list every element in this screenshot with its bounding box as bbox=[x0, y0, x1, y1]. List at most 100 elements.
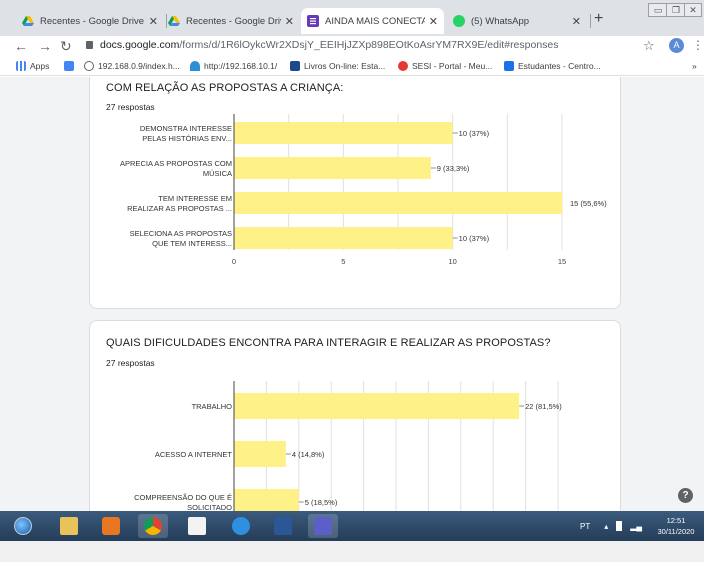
data-label: 10 (37%) bbox=[459, 234, 490, 243]
word-icon bbox=[274, 517, 292, 535]
category-label: ACESSO A INTERNET bbox=[155, 450, 233, 459]
close-tab-icon[interactable]: ✕ bbox=[572, 15, 581, 28]
system-tray: PT ▴ ▂▄ bbox=[580, 511, 642, 541]
apps-grid-icon bbox=[16, 61, 26, 71]
address-bar[interactable]: docs.google.com/forms/d/1R6lOykcWr2XDsjY… bbox=[86, 36, 676, 56]
question-card-2: QUAIS DIFICULDADES ENCONTRA PARA INTERAG… bbox=[89, 320, 621, 511]
browser-menu-icon[interactable]: ⋮ bbox=[692, 38, 704, 52]
taskbar-calendar[interactable] bbox=[182, 514, 212, 538]
bookmark-estudantes[interactable]: Estudantes - Centro... bbox=[504, 61, 601, 71]
bookmark-192-168-0-9[interactable]: 192.168.0.9/index.h... bbox=[84, 61, 180, 71]
bookmarks-overflow-button[interactable]: » bbox=[692, 61, 697, 71]
chevron-double-right-icon: » bbox=[692, 61, 697, 71]
bookmark-sesi-portal[interactable]: SESI - Portal - Meu... bbox=[398, 61, 492, 71]
close-tab-icon[interactable]: ✕ bbox=[149, 15, 158, 28]
media-player-icon bbox=[102, 517, 120, 535]
globe-icon bbox=[84, 61, 94, 71]
tab-title: AINDA MAIS CONECTADO bbox=[325, 15, 425, 27]
tab-recentes-drive-1[interactable]: Recentes - Google Drive ✕ bbox=[16, 8, 164, 34]
close-tab-icon[interactable]: ✕ bbox=[285, 15, 294, 28]
bookmark-label: http://192.168.10.1/ bbox=[204, 61, 278, 71]
bookmark-label: Livros On-line: Esta... bbox=[304, 61, 386, 71]
taskbar-file-explorer[interactable] bbox=[54, 514, 84, 538]
question-card-1: COM RELAÇÃO AS PROPOSTAS A CRIANÇA: 27 r… bbox=[89, 77, 621, 309]
whatsapp-icon bbox=[453, 15, 465, 27]
back-arrow-icon[interactable]: ← bbox=[14, 38, 28, 54]
tab-recentes-drive-2[interactable]: Recentes - Google Drive ✕ bbox=[162, 8, 300, 34]
bar bbox=[234, 157, 431, 179]
sesi-icon bbox=[398, 61, 408, 71]
desktop-strip bbox=[0, 541, 704, 562]
data-label: 15 (55,6%) bbox=[570, 199, 607, 208]
category-label: SELECIONA AS PROPOSTAS bbox=[130, 229, 232, 238]
taskbar-chrome[interactable] bbox=[138, 514, 168, 538]
screen: Recentes - Google Drive ✕ Recentes - Goo… bbox=[0, 0, 704, 562]
google-drive-icon bbox=[22, 15, 34, 27]
clock-date: 30/11/2020 bbox=[657, 527, 695, 536]
taskbar-teams[interactable] bbox=[308, 514, 338, 538]
bookmark-192-168-10-1[interactable]: http://192.168.10.1/ bbox=[190, 61, 277, 71]
data-label: 5 (18,5%) bbox=[305, 498, 338, 507]
category-label: MÚSICA bbox=[203, 169, 232, 178]
x-tick-label: 5 bbox=[341, 257, 345, 266]
taskbar-word[interactable] bbox=[268, 514, 298, 538]
calendar-icon bbox=[188, 517, 206, 535]
forms-responses-page: COM RELAÇÃO AS PROPOSTAS A CRIANÇA: 27 r… bbox=[0, 77, 704, 511]
bookmark-apps[interactable]: Apps bbox=[16, 61, 49, 71]
bar-chart: TRABALHO 22 (81,5%) ACESSO A INTERNET 4 (14… bbox=[134, 381, 562, 511]
teams-icon bbox=[314, 517, 332, 535]
bookmark-label: Apps bbox=[30, 61, 50, 71]
x-tick-label: 15 bbox=[558, 257, 566, 266]
bar bbox=[234, 227, 453, 249]
profile-avatar[interactable]: A bbox=[669, 38, 684, 53]
tab-title: Recentes - Google Drive bbox=[40, 15, 145, 27]
school-icon bbox=[504, 61, 514, 71]
reload-icon[interactable]: ↻ bbox=[60, 38, 72, 55]
language-indicator[interactable]: PT bbox=[580, 522, 590, 531]
bookmarks-bar: Apps 192.168.0.9/index.h... http://192.1… bbox=[0, 58, 704, 76]
book-icon bbox=[290, 61, 300, 71]
help-button[interactable]: ? bbox=[678, 488, 693, 503]
taskbar-clock[interactable]: 12:51 30/11/2020 bbox=[652, 515, 700, 537]
bookmark-label: 192.168.0.9/index.h... bbox=[98, 61, 180, 71]
tab-whatsapp[interactable]: (5) WhatsApp ✕ bbox=[447, 8, 587, 34]
taskbar-media-player[interactable] bbox=[96, 514, 126, 538]
minimize-window-button[interactable]: ▭ bbox=[648, 3, 668, 17]
bookmark-label: Estudantes - Centro... bbox=[518, 61, 601, 71]
bookmark-star-icon[interactable]: ☆ bbox=[643, 38, 655, 54]
chrome-icon bbox=[144, 517, 162, 535]
category-label: DEMONSTRA INTERESSE bbox=[140, 124, 232, 133]
maximize-window-button[interactable]: ❐ bbox=[666, 3, 686, 17]
windows-taskbar: PT ▴ ▂▄ 12:51 30/11/2020 bbox=[0, 511, 704, 541]
data-label: 10 (37%) bbox=[459, 129, 490, 138]
battery-icon[interactable] bbox=[616, 521, 623, 531]
x-tick-label: 0 bbox=[232, 257, 236, 266]
category-label: APRECIA AS PROPOSTAS COM bbox=[120, 159, 232, 168]
taskbar-internet-explorer[interactable] bbox=[226, 514, 256, 538]
lock-icon bbox=[86, 41, 93, 49]
tab-title: (5) WhatsApp bbox=[471, 15, 530, 27]
bar bbox=[234, 192, 562, 214]
bar bbox=[234, 122, 453, 144]
tab-ainda-mais-conectado[interactable]: AINDA MAIS CONECTADO ✕ bbox=[301, 8, 444, 34]
category-label: SOLICITADO bbox=[187, 503, 232, 511]
close-window-button[interactable]: ✕ bbox=[684, 3, 702, 17]
signal-icon[interactable]: ▂▄ bbox=[630, 522, 642, 531]
bar bbox=[234, 393, 520, 419]
category-label: PELAS HISTÓRIAS ENV... bbox=[142, 134, 232, 143]
bookmark-docs[interactable] bbox=[64, 61, 78, 71]
tray-arrow-icon[interactable]: ▴ bbox=[604, 522, 608, 531]
internet-explorer-icon bbox=[232, 517, 250, 535]
forward-arrow-icon[interactable]: → bbox=[38, 38, 52, 54]
data-label: 4 (14,8%) bbox=[292, 450, 325, 459]
google-forms-icon bbox=[307, 15, 319, 27]
category-label: TRABALHO bbox=[192, 402, 233, 411]
bookmark-label: SESI - Portal - Meu... bbox=[412, 61, 493, 71]
close-tab-icon[interactable]: ✕ bbox=[429, 15, 438, 28]
new-tab-button[interactable]: + bbox=[594, 10, 603, 28]
tab-separator bbox=[590, 14, 591, 28]
windows-start-button[interactable] bbox=[8, 514, 38, 538]
google-drive-icon bbox=[168, 15, 180, 27]
url-text: docs.google.com/forms/d/1R6lOykcWr2XDsjY… bbox=[100, 39, 559, 51]
bookmark-livros-online[interactable]: Livros On-line: Esta... bbox=[290, 61, 385, 71]
